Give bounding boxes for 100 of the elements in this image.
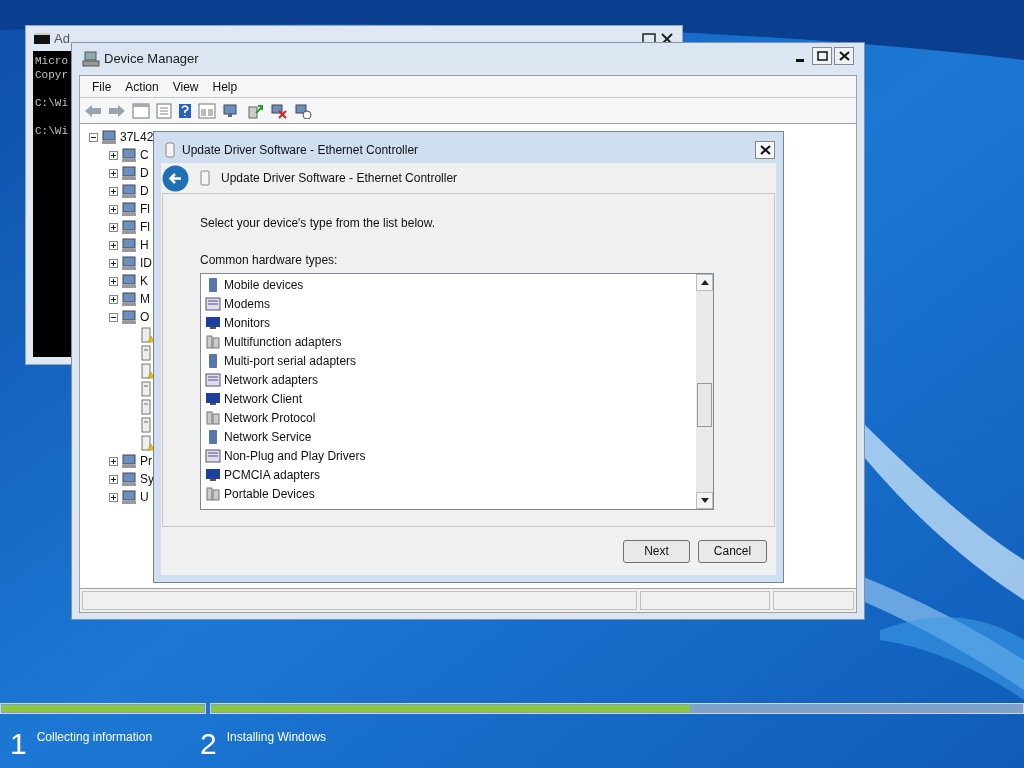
list-item[interactable]: Network Service — [224, 427, 312, 446]
expand-icon[interactable] — [109, 492, 118, 502]
computer-icon — [82, 51, 100, 67]
expand-icon[interactable] — [109, 204, 118, 214]
expand-icon[interactable] — [109, 276, 118, 286]
list-item[interactable]: Network Client — [224, 389, 303, 408]
tree-item[interactable]: D — [140, 182, 149, 200]
step-number: 1 — [10, 726, 27, 762]
expand-icon[interactable] — [109, 258, 118, 268]
console-text: C:\Wi — [35, 124, 68, 138]
device-icon — [121, 291, 137, 307]
device-icon — [205, 333, 221, 350]
list-item[interactable]: Non-Plug and Play Drivers — [224, 446, 366, 465]
close-button[interactable] — [755, 140, 775, 159]
scroll-up-icon[interactable] — [700, 280, 709, 285]
device-icon — [121, 309, 137, 325]
device-icon — [121, 201, 137, 217]
tree-item[interactable]: ID — [140, 254, 152, 272]
collapse-icon[interactable] — [109, 312, 118, 322]
help-icon[interactable] — [178, 102, 192, 119]
cancel-button[interactable]: Cancel — [698, 539, 767, 563]
device-icon — [205, 447, 221, 464]
list-item[interactable]: Portable Devices — [224, 484, 315, 503]
expand-icon[interactable] — [109, 456, 118, 466]
device-icon — [121, 219, 137, 235]
uninstall-icon[interactable] — [270, 102, 288, 119]
menu-item[interactable]: Action — [119, 77, 165, 96]
close-icon — [838, 51, 850, 61]
dialog-heading: Update Driver Software - Ethernet Controller — [221, 170, 458, 187]
list-item[interactable]: Network adapters — [224, 370, 319, 389]
tree-item[interactable]: U — [140, 488, 149, 506]
step-label: Collecting information — [36, 729, 153, 746]
tree-item[interactable]: Fl — [140, 218, 150, 236]
update-icon[interactable] — [246, 102, 264, 119]
expand-icon[interactable] — [109, 222, 118, 232]
close-icon[interactable] — [660, 32, 674, 45]
list-item[interactable]: Modems — [224, 294, 270, 313]
minimize-icon — [796, 59, 804, 62]
maximize-icon — [816, 51, 828, 61]
expand-icon[interactable] — [109, 240, 118, 250]
device-icon — [205, 409, 221, 426]
window-title: Update Driver Software - Ethernet Controller — [182, 141, 419, 159]
device-icon — [205, 295, 221, 312]
expand-icon[interactable] — [109, 474, 118, 484]
list-item[interactable]: Multi-port serial adapters — [224, 351, 357, 370]
device-icon — [121, 237, 137, 253]
device-icon — [121, 273, 137, 289]
tree-item[interactable]: Fl — [140, 200, 150, 218]
tree-item[interactable]: 37L42 — [120, 128, 154, 146]
device-icon — [205, 314, 221, 331]
device-icon — [121, 183, 137, 199]
tree-item[interactable]: K — [140, 272, 148, 290]
console-text: Copyr — [35, 68, 68, 82]
close-icon — [759, 144, 771, 155]
tree-item[interactable]: M — [140, 290, 150, 308]
next-button[interactable]: Next — [623, 539, 690, 563]
console-text: C:\Wi — [35, 96, 68, 110]
step-label: Installing Windows — [226, 729, 327, 746]
menu-item[interactable]: Help — [206, 77, 244, 96]
collapse-icon[interactable] — [89, 132, 98, 142]
device-icon — [101, 129, 117, 145]
console-icon — [34, 33, 50, 44]
list-item[interactable]: PCMCIA adapters — [224, 465, 321, 484]
scroll-down-icon[interactable] — [700, 498, 709, 503]
device-icon — [121, 147, 137, 163]
window-title: Device Manager — [104, 50, 199, 69]
tree-item[interactable]: Sy — [140, 470, 154, 488]
tree-item[interactable]: O — [140, 308, 150, 326]
list-item[interactable]: Monitors — [224, 313, 270, 332]
back-button[interactable] — [162, 164, 189, 192]
instruction-text: Select your device's type from the list below. — [200, 215, 437, 232]
menu-item[interactable]: View — [166, 77, 205, 96]
list-label: Common hardware types: — [200, 252, 339, 269]
device-icon — [205, 371, 221, 388]
list-item[interactable]: Mobile devices — [224, 275, 304, 294]
list-item[interactable]: Multifunction adapters — [224, 332, 342, 351]
expand-icon[interactable] — [109, 186, 118, 196]
scroll-thumb[interactable] — [697, 383, 712, 427]
maximize-button[interactable] — [812, 47, 832, 65]
step-number: 2 — [200, 726, 217, 762]
tree-item[interactable]: D — [140, 164, 149, 182]
device-icon — [121, 165, 137, 181]
device-icon — [121, 255, 137, 271]
window-title: Ad — [54, 29, 70, 48]
tree-item[interactable]: Pr — [140, 452, 152, 470]
device-icon — [205, 485, 221, 502]
menu-item[interactable]: File — [86, 77, 118, 96]
tree-item[interactable]: H — [140, 236, 149, 254]
device-icon — [121, 471, 137, 487]
expand-icon[interactable] — [109, 150, 118, 160]
expand-icon[interactable] — [109, 168, 118, 178]
device-icon — [121, 453, 137, 469]
device-icon — [121, 489, 137, 505]
device-icon — [205, 390, 221, 407]
list-item[interactable]: Network Protocol — [224, 408, 316, 427]
scrollbar[interactable] — [696, 274, 713, 509]
close-button[interactable] — [834, 47, 854, 65]
device-icon — [205, 466, 221, 483]
tree-item[interactable]: C — [140, 146, 149, 164]
expand-icon[interactable] — [109, 294, 118, 304]
